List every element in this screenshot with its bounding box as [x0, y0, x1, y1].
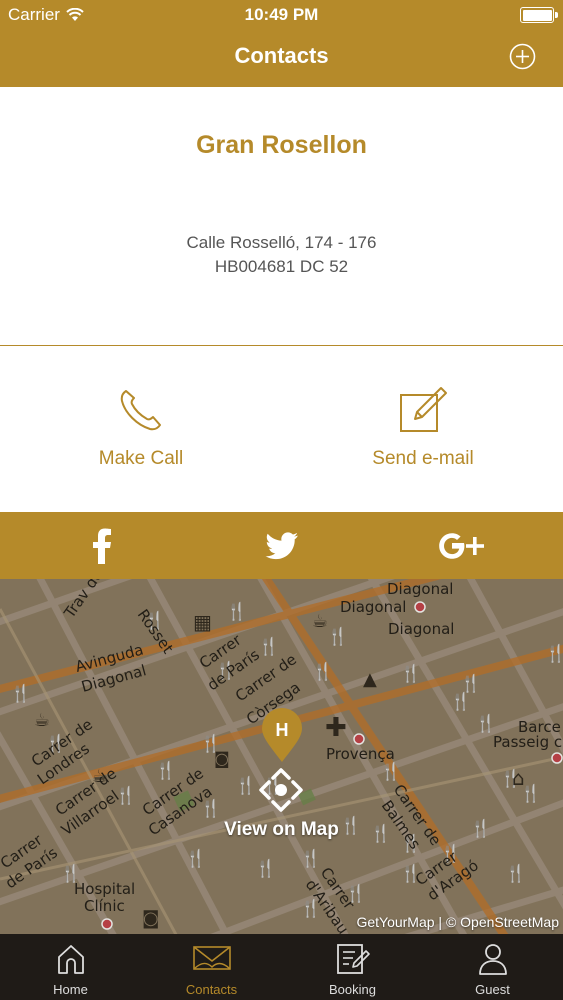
tab-booking[interactable]: Booking — [282, 934, 423, 1000]
hotel-address: Calle Rosselló, 174 - 176 HB004681 DC 52 — [0, 231, 563, 279]
send-email-button[interactable]: Send e-mail — [282, 347, 563, 512]
user-icon — [478, 944, 507, 975]
tab-booking-label: Booking — [329, 982, 376, 997]
status-bar: Carrier 10:49 PM — [0, 0, 563, 30]
hotel-info: Gran Rosellon Calle Rosselló, 174 - 176 … — [0, 87, 563, 346]
map-view[interactable]: 🍴 🍴 🍴 🍴 🍴 🍴 🍴 🍴 🍴 🍴 🍴 🍴 🍴 🍴 🍴 🍴 🍴 🍴 🍴 🍴 🍴 🍴 🍴 🍴 🍴 🍴 🍴 🍴 🍴 🍴 … — [0, 579, 563, 934]
tab-home-label: Home — [53, 982, 88, 997]
tab-home[interactable]: Home — [0, 934, 141, 1000]
map-attribution: GetYourMap | © OpenStreetMap — [356, 914, 559, 930]
booking-icon — [336, 944, 370, 974]
phone-icon — [120, 390, 161, 431]
envelope-icon — [192, 946, 231, 970]
social-bar — [0, 512, 563, 579]
header: Carrier 10:49 PM Contacts — [0, 0, 563, 87]
address-line-2: HB004681 DC 52 — [214, 257, 349, 276]
address-line-1: Calle Rosselló, 174 - 176 — [186, 233, 377, 252]
tab-bar: Home Contacts Booking Guest — [0, 934, 563, 1000]
move-map-icon — [259, 768, 303, 812]
page-title: Contacts — [234, 43, 329, 68]
make-call-label: Make Call — [98, 448, 184, 469]
google-plus-icon — [438, 532, 484, 559]
plus-circle-icon[interactable] — [509, 43, 536, 70]
hotel-pin-icon: H — [262, 708, 302, 762]
svg-text:H: H — [276, 720, 289, 740]
status-time: 10:49 PM — [244, 5, 319, 24]
battery-icon — [520, 7, 558, 23]
tab-guest[interactable]: Guest — [422, 934, 563, 1000]
send-email-label: Send e-mail — [372, 448, 474, 469]
tab-guest-label: Guest — [475, 982, 510, 997]
contact-actions: Make Call Send e-mail — [0, 347, 563, 512]
home-icon — [57, 945, 84, 974]
tab-contacts-label: Contacts — [185, 982, 238, 997]
compose-icon — [400, 387, 447, 432]
view-on-map-label[interactable]: View on Map — [0, 819, 563, 841]
make-call-button[interactable]: Make Call — [0, 347, 282, 512]
facebook-icon — [92, 528, 111, 564]
google-plus-button[interactable] — [368, 512, 555, 579]
facebook-button[interactable] — [8, 512, 195, 579]
twitter-button[interactable] — [188, 512, 375, 579]
twitter-icon — [265, 531, 298, 559]
hotel-name: Gran Rosellon — [196, 131, 367, 159]
tab-contacts[interactable]: Contacts — [141, 934, 282, 1000]
